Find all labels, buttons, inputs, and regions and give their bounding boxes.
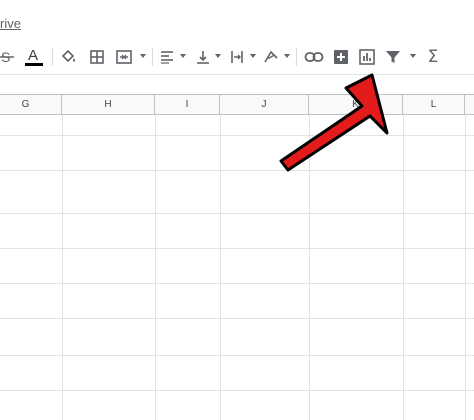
fill-color-icon[interactable] — [60, 47, 78, 67]
text-rotation-icon[interactable] — [262, 47, 280, 67]
vertical-align-caret-icon[interactable] — [215, 54, 221, 58]
filter-caret-icon[interactable] — [410, 54, 416, 58]
grid-column-line — [62, 115, 63, 420]
grid-row-line — [0, 213, 474, 214]
insert-link-icon[interactable] — [304, 47, 324, 67]
text-wrapping-caret-icon[interactable] — [250, 54, 256, 58]
grid-row-line — [0, 283, 474, 284]
grid-row-line — [0, 355, 474, 356]
filter-icon[interactable] — [384, 47, 402, 67]
grid-column-line — [403, 115, 404, 420]
text-color-letter: A — [28, 47, 38, 64]
toolbar: S A Σ — [0, 40, 474, 75]
merge-cells-icon[interactable] — [114, 47, 134, 67]
column-header-k[interactable]: K — [309, 95, 403, 114]
column-header-j[interactable]: J — [220, 95, 309, 114]
text-color-icon[interactable]: A — [24, 47, 44, 67]
grid-row-line — [0, 248, 474, 249]
grid-row-line — [0, 170, 474, 171]
horizontal-align-caret-icon[interactable] — [180, 54, 186, 58]
grid-column-line — [465, 115, 466, 420]
grid-column-line — [309, 115, 310, 420]
column-header-l[interactable]: L — [403, 95, 465, 114]
grid-row-line — [0, 318, 474, 319]
merge-cells-caret-icon[interactable] — [140, 54, 146, 58]
vertical-align-icon[interactable] — [194, 47, 212, 67]
functions-glyph: Σ — [427, 47, 439, 67]
column-header-h[interactable]: H — [62, 95, 155, 114]
text-wrapping-icon[interactable] — [228, 47, 246, 67]
text-rotation-caret-icon[interactable] — [284, 54, 290, 58]
column-header-i[interactable]: I — [155, 95, 220, 114]
column-header-g[interactable]: G — [0, 95, 62, 114]
toolbar-separator — [296, 48, 297, 66]
grid-row-line — [0, 135, 474, 136]
horizontal-align-icon[interactable] — [158, 47, 176, 67]
drive-link[interactable]: rive — [0, 16, 21, 31]
toolbar-separator — [152, 48, 153, 66]
toolbar-separator — [52, 48, 53, 66]
grid-column-line — [155, 115, 156, 420]
functions-icon[interactable]: Σ — [424, 47, 442, 67]
strikethrough-icon[interactable]: S — [0, 47, 14, 67]
top-bar: rive — [0, 0, 474, 40]
insert-comment-icon[interactable] — [332, 47, 350, 67]
column-header-row: G H I J K L — [0, 94, 474, 115]
grid-row-line — [0, 390, 474, 391]
insert-chart-icon[interactable] — [358, 47, 376, 67]
cell-grid[interactable] — [0, 115, 474, 420]
grid-column-line — [220, 115, 221, 420]
borders-icon[interactable] — [88, 47, 106, 67]
